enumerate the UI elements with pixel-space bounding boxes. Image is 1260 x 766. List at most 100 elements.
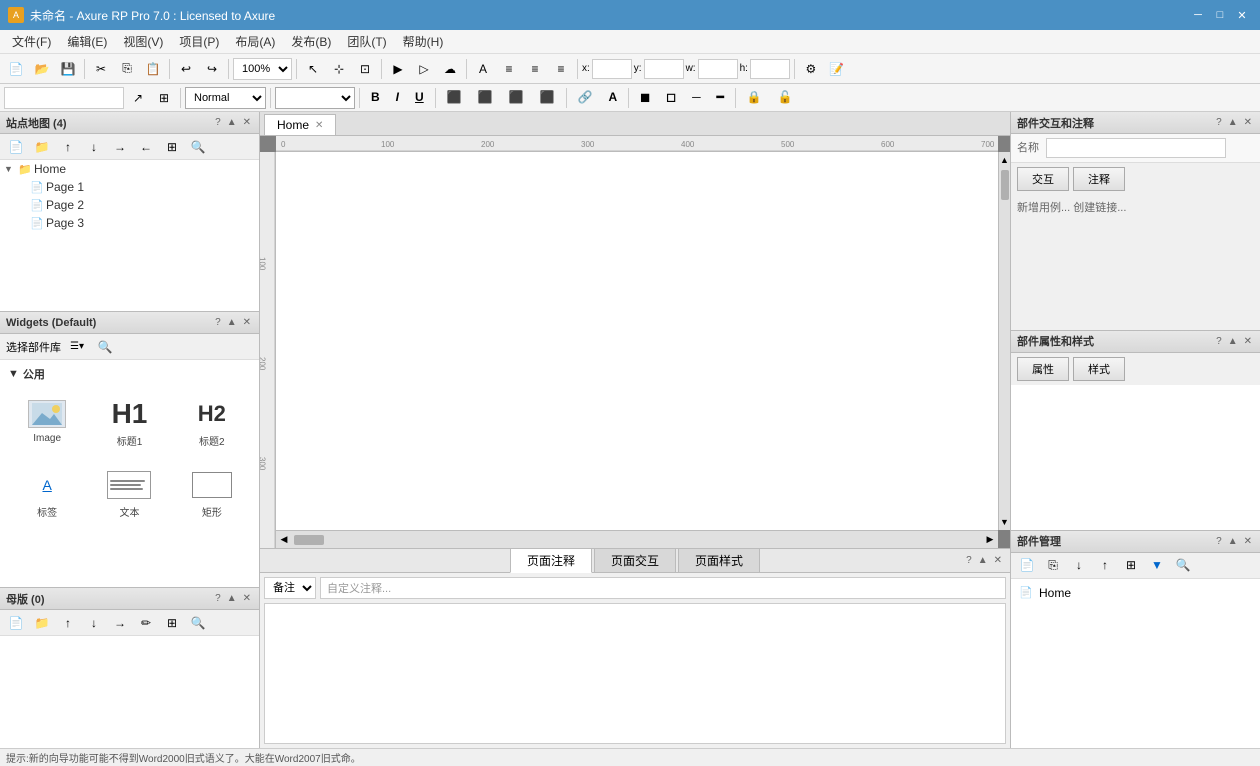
sitemap-outdent-button[interactable]: ← <box>134 136 158 158</box>
widgets-close-icon[interactable]: ✕ <box>241 316 253 329</box>
properties-help-icon[interactable]: ? <box>1214 335 1224 348</box>
tab-page-interaction[interactable]: 页面交互 <box>594 548 676 573</box>
widget-rect[interactable]: 矩形 <box>173 459 251 526</box>
menu-help[interactable]: 帮助(H) <box>395 31 452 52</box>
scroll-v-thumb[interactable] <box>1001 170 1009 200</box>
preview-options-button[interactable]: ▷ <box>412 58 436 80</box>
fill-color-button[interactable]: ◼ <box>633 87 657 109</box>
sitemap-down-button[interactable]: ↓ <box>82 136 106 158</box>
menu-file[interactable]: 文件(F) <box>4 31 59 52</box>
sitemap-item-page2[interactable]: 📄 Page 2 <box>0 196 259 214</box>
horizontal-scrollbar[interactable]: ◀ ▶ <box>276 530 998 548</box>
widgets-search-button[interactable]: 🔍 <box>93 336 117 358</box>
component-name-input[interactable] <box>1046 138 1226 158</box>
style-name-input[interactable] <box>4 87 124 109</box>
properties-close-icon[interactable]: ✕ <box>1242 335 1254 348</box>
interaction-btn[interactable]: 交互 <box>1017 167 1069 191</box>
font-select[interactable] <box>275 87 355 109</box>
border-width-button[interactable]: ━ <box>710 87 731 109</box>
sitemap-item-page1[interactable]: 📄 Page 1 <box>0 178 259 196</box>
component-item-home[interactable]: 📄 Home <box>1015 583 1256 603</box>
widget-image[interactable]: Image <box>8 388 86 455</box>
sitemap-collapse-icon[interactable]: ▲ <box>225 116 239 129</box>
masters-move-button[interactable]: → <box>108 612 132 634</box>
redo-button[interactable]: ↪ <box>200 58 224 80</box>
sitemap-up-button[interactable]: ↑ <box>56 136 80 158</box>
cut-button[interactable]: ✂ <box>89 58 113 80</box>
save-button[interactable]: 💾 <box>56 58 80 80</box>
sitemap-help-icon[interactable]: ? <box>213 116 223 129</box>
maximize-button[interactable]: □ <box>1210 5 1230 25</box>
new-button[interactable]: 📄 <box>4 58 28 80</box>
align-right-text[interactable]: ⬛ <box>502 87 531 109</box>
masters-up-button[interactable]: ↑ <box>56 612 80 634</box>
sitemap-indent-button[interactable]: → <box>108 136 132 158</box>
component-tb-btn2[interactable]: ⎘ <box>1041 554 1065 576</box>
menu-edit[interactable]: 编辑(E) <box>59 31 115 52</box>
align-justify-text[interactable]: ⬛ <box>533 87 562 109</box>
font-color-tb2[interactable]: A <box>601 87 624 109</box>
text-style-select[interactable]: Normal Heading 1 Heading 2 <box>185 87 266 109</box>
select-tool[interactable]: ↖ <box>301 58 325 80</box>
component-tb-btn4[interactable]: ↑ <box>1093 554 1117 576</box>
align-center-text[interactable]: ⬛ <box>471 87 500 109</box>
underline-button[interactable]: U <box>408 87 431 109</box>
scroll-left-btn[interactable]: ◀ <box>276 532 292 548</box>
sitemap-search-button[interactable]: 🔍 <box>186 136 210 158</box>
publish-button[interactable]: ☁ <box>438 58 462 80</box>
lock-button[interactable]: 🔒 <box>740 87 769 109</box>
zoom-select[interactable]: 50% 75% 100% 150% 200% <box>233 58 292 80</box>
widget-link[interactable]: A 标签 <box>8 459 86 526</box>
canvas-page[interactable] <box>276 152 998 530</box>
copy-button[interactable]: ⎘ <box>115 58 139 80</box>
style-btn[interactable]: 样式 <box>1073 357 1125 381</box>
unlock-button[interactable]: 🔓 <box>771 87 800 109</box>
widgets-collapse-icon[interactable]: ▲ <box>225 316 239 329</box>
scroll-right-btn[interactable]: ▶ <box>982 532 998 548</box>
sitemap-item-page3[interactable]: 📄 Page 3 <box>0 214 259 232</box>
notes-textarea[interactable] <box>264 603 1006 744</box>
properties-btn[interactable]: 属性 <box>1017 357 1069 381</box>
sitemap-item-home[interactable]: ▼ 📁 Home <box>0 160 259 178</box>
masters-down-button[interactable]: ↓ <box>82 612 106 634</box>
canvas-tab-close-icon[interactable]: ✕ <box>315 120 323 131</box>
component-tb-btn3[interactable]: ↓ <box>1067 554 1091 576</box>
undo-button[interactable]: ↩ <box>174 58 198 80</box>
masters-close-icon[interactable]: ✕ <box>241 592 253 605</box>
minimize-button[interactable]: ─ <box>1188 5 1208 25</box>
tab-page-notes[interactable]: 页面注释 <box>510 548 592 573</box>
bold-button[interactable]: B <box>364 87 387 109</box>
open-button[interactable]: 📂 <box>30 58 54 80</box>
menu-team[interactable]: 团队(T) <box>339 31 394 52</box>
generate-button[interactable]: ⚙ <box>799 58 823 80</box>
properties-collapse-icon[interactable]: ▲ <box>1226 335 1240 348</box>
masters-search-button[interactable]: 🔍 <box>186 612 210 634</box>
canvas-container[interactable]: 0 100 200 300 400 500 600 700 100 200 30… <box>260 136 1010 548</box>
notes-type-select[interactable]: 备注 <box>264 577 316 599</box>
library-menu-button[interactable]: ☰▾ <box>65 336 89 358</box>
menu-layout[interactable]: 布局(A) <box>227 31 283 52</box>
close-button[interactable]: ✕ <box>1232 5 1252 25</box>
sitemap-duplicate-button[interactable]: ⊞ <box>160 136 184 158</box>
align-right-button[interactable]: ≡ <box>549 58 573 80</box>
scroll-up-btn[interactable]: ▲ <box>1000 152 1010 168</box>
align-left-text[interactable]: ⬛ <box>440 87 469 109</box>
scroll-down-btn[interactable]: ▼ <box>1000 514 1010 530</box>
bottom-close-icon[interactable]: ✕ <box>992 554 1004 567</box>
y-input[interactable] <box>644 59 684 79</box>
align-left-button[interactable]: ≡ <box>497 58 521 80</box>
widgets-help-icon[interactable]: ? <box>213 316 223 329</box>
component-search-btn[interactable]: 🔍 <box>1171 554 1195 576</box>
interaction-help-icon[interactable]: ? <box>1214 116 1224 129</box>
component-tb-btn1[interactable]: 📄 <box>1015 554 1039 576</box>
menu-project[interactable]: 项目(P) <box>171 31 227 52</box>
h-input[interactable] <box>750 59 790 79</box>
component-filter-btn[interactable]: ▼ <box>1145 554 1169 576</box>
sitemap-close-icon[interactable]: ✕ <box>241 116 253 129</box>
component-help-icon[interactable]: ? <box>1214 535 1224 548</box>
italic-button[interactable]: I <box>389 87 406 109</box>
notes-custom-input[interactable]: 自定义注释... <box>320 577 1006 599</box>
line-style-button[interactable]: ─ <box>685 87 708 109</box>
sitemap-add-folder-button[interactable]: 📁 <box>30 136 54 158</box>
tab-page-style[interactable]: 页面样式 <box>678 548 760 573</box>
